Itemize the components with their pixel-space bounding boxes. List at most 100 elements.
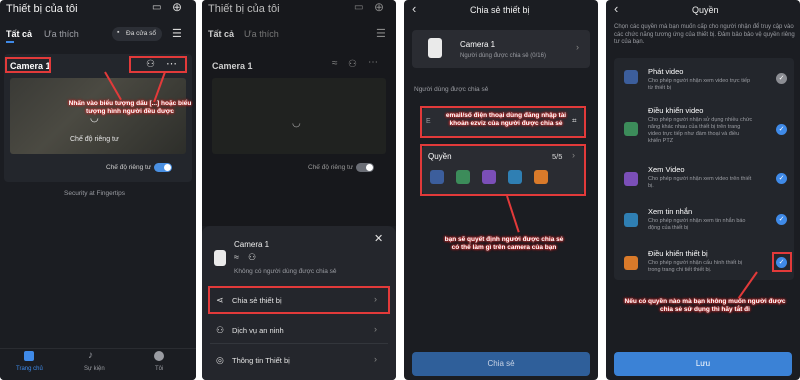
wifi-icon: ≈ — [234, 252, 239, 262]
perm-desc: năng khác nhau của thiết bị trên trang — [648, 124, 741, 130]
share-user-icon: ⚇ — [348, 59, 357, 70]
privacy-row-label: Chế độ riêng tư — [106, 164, 152, 171]
perm-desc: Cho phép người nhận xem tin nhắn báo — [648, 218, 746, 224]
screen-device-menu: Thiết bị của tôi ▭ ⊕ Tất cả Ưa thích ☰ C… — [202, 0, 396, 380]
message-view-icon — [624, 213, 638, 227]
tab-underline — [6, 41, 14, 43]
share-button-label: Chia sẻ — [487, 359, 515, 368]
message-icon: ▭ — [354, 2, 364, 13]
back-icon[interactable]: ‹ — [412, 1, 416, 16]
tab-favorites: Ưa thích — [244, 29, 279, 39]
checkbox-highlight — [772, 252, 792, 272]
back-icon[interactable]: ‹ — [614, 1, 618, 16]
perm-desc: từ thiết bị — [648, 85, 671, 91]
menu-security-service[interactable]: ⚇ Dịch vụ an ninh › — [210, 316, 388, 344]
share-button[interactable]: Chia sẻ — [412, 352, 590, 376]
input-highlight — [420, 106, 586, 138]
section-label: Người dùng được chia sẻ — [414, 86, 489, 93]
chevron-right-icon: › — [576, 42, 579, 52]
security-icon: ⚇ — [216, 325, 225, 335]
page-title: Quyền — [692, 5, 719, 15]
privacy-eye-icon: ◡ — [292, 118, 301, 129]
screen-share-device: ‹ Chia sẻ thiết bị Camera 1 Người dùng đ… — [404, 0, 598, 380]
close-icon[interactable]: ✕ — [374, 232, 383, 245]
camera-name: Camera 1 — [212, 61, 253, 71]
menu-icon: ☰ — [376, 28, 386, 40]
tab-favorites[interactable]: Ưa thích — [44, 29, 79, 39]
shared-count: Người dùng được chia sẻ (0/16) — [460, 53, 546, 59]
nav-home-icon[interactable] — [24, 351, 34, 361]
permissions-annotation: Nếu có quyền nào mà bạn không muốn người… — [624, 298, 786, 313]
live-view-icon — [624, 70, 638, 84]
message-icon[interactable]: ▭ — [152, 2, 161, 13]
perm-desc: động của thiết bị — [648, 225, 689, 231]
page-title: Thiết bị của tôi — [6, 3, 78, 15]
perm-title: Điều khiển thiết bị — [648, 249, 708, 258]
camera-preview — [212, 78, 386, 154]
menu-security-label: Dịch vụ an ninh — [232, 326, 284, 335]
perm-desc: bị. — [648, 183, 654, 189]
nav-me-label[interactable]: Tôi — [155, 366, 163, 372]
multi-window-icon: ▪ — [117, 29, 120, 36]
privacy-toggle — [356, 163, 374, 172]
perm-desc: Cho phép người nhận sử dụng nhiều chức — [648, 117, 753, 123]
nav-events-icon[interactable]: ♪ — [88, 350, 93, 361]
share-menu-highlight — [208, 286, 390, 314]
perm-desc: trong trang chi tiết thiết bị. — [648, 267, 712, 273]
more-options-icon: ⋯ — [368, 57, 378, 68]
tab-all: Tất cả — [208, 29, 235, 39]
page-title: Thiết bị của tôi — [208, 3, 280, 15]
privacy-row-label: Chế độ riêng tư — [308, 164, 354, 171]
nav-me-icon[interactable] — [154, 351, 164, 361]
tab-all[interactable]: Tất cả — [6, 29, 32, 39]
perm-checkbox[interactable]: ✓ — [776, 124, 787, 135]
perm-desc: Cho phép người nhận xem video trực tiếp — [648, 78, 751, 84]
info-icon: ◎ — [216, 355, 224, 365]
security-tagline: Security at Fingertips — [64, 190, 126, 197]
perm-title: Phát video — [648, 67, 684, 76]
multi-window-button[interactable]: ▪ Đa cửa sổ — [112, 27, 162, 41]
perm-desc: Cho phép người nhận cấu hình thiết bị — [648, 260, 743, 266]
screen-permissions: ‹ Quyền Chọn các quyền mà bạn muốn cấp c… — [606, 0, 800, 380]
add-icon: ⊕ — [374, 0, 385, 14]
user-icon: ⚇ — [248, 252, 257, 262]
add-icon[interactable]: ⊕ — [172, 0, 182, 14]
privacy-toggle[interactable] — [154, 163, 172, 172]
camera-thumbnail-icon — [428, 38, 442, 58]
annotation-text: Nhấn vào biểu tượng dấu [...] hoặc biểu … — [68, 100, 192, 115]
intro-text: Chọn các quyền mà bạn muốn cấp cho người… — [614, 24, 795, 45]
privacy-mode-label: Chế độ riêng tư — [70, 136, 119, 143]
camera-thumbnail-icon — [214, 250, 226, 266]
sheet-camera-name: Camera 1 — [234, 240, 270, 249]
perm-checkbox[interactable]: ✓ — [776, 73, 787, 84]
icons-highlight — [129, 56, 187, 73]
perm-title: Xem Video — [648, 165, 685, 174]
screen-my-devices: Thiết bị của tôi ▭ ⊕ Tất cả Ưa thích ▪ Đ… — [0, 0, 196, 380]
playback-icon — [624, 172, 638, 186]
perm-desc: khiển PTZ — [648, 138, 674, 144]
nav-events-label[interactable]: Sự kiện — [84, 366, 105, 372]
page-title: Chia sẻ thiết bị — [470, 5, 530, 15]
perm-desc: Cho phép người nhận xem video trên thiết — [648, 176, 752, 182]
multi-window-label: Đa cửa sổ — [126, 30, 157, 37]
menu-device-info[interactable]: ◎ Thông tin Thiết bị › — [210, 346, 388, 374]
menu-info-label: Thông tin Thiết bị — [232, 356, 290, 365]
wifi-icon: ≈ — [332, 58, 338, 69]
menu-icon[interactable]: ☰ — [172, 27, 182, 40]
sheet-share-status: Không có người dùng được chia sẻ — [234, 268, 337, 275]
permissions-list — [614, 58, 794, 280]
perm-checkbox[interactable]: ✓ — [776, 214, 787, 225]
chevron-right-icon: › — [374, 324, 377, 334]
nav-home-label[interactable]: Trang chủ — [16, 366, 43, 372]
permissions-annotation: bạn sẽ quyết định người được chia sẻ có … — [444, 236, 564, 251]
device-control-icon — [624, 256, 638, 270]
save-button[interactable]: Lưu — [614, 352, 792, 376]
annotation-arrow — [506, 195, 520, 233]
chevron-right-icon: › — [374, 354, 377, 364]
permissions-highlight — [420, 144, 586, 196]
perm-title: Điều khiển video — [648, 106, 704, 115]
camera-name-highlight — [5, 57, 51, 73]
device-name: Camera 1 — [460, 40, 496, 49]
perm-desc: video trực tiếp như đàm thoại và điều — [648, 131, 740, 137]
perm-checkbox[interactable]: ✓ — [776, 173, 787, 184]
